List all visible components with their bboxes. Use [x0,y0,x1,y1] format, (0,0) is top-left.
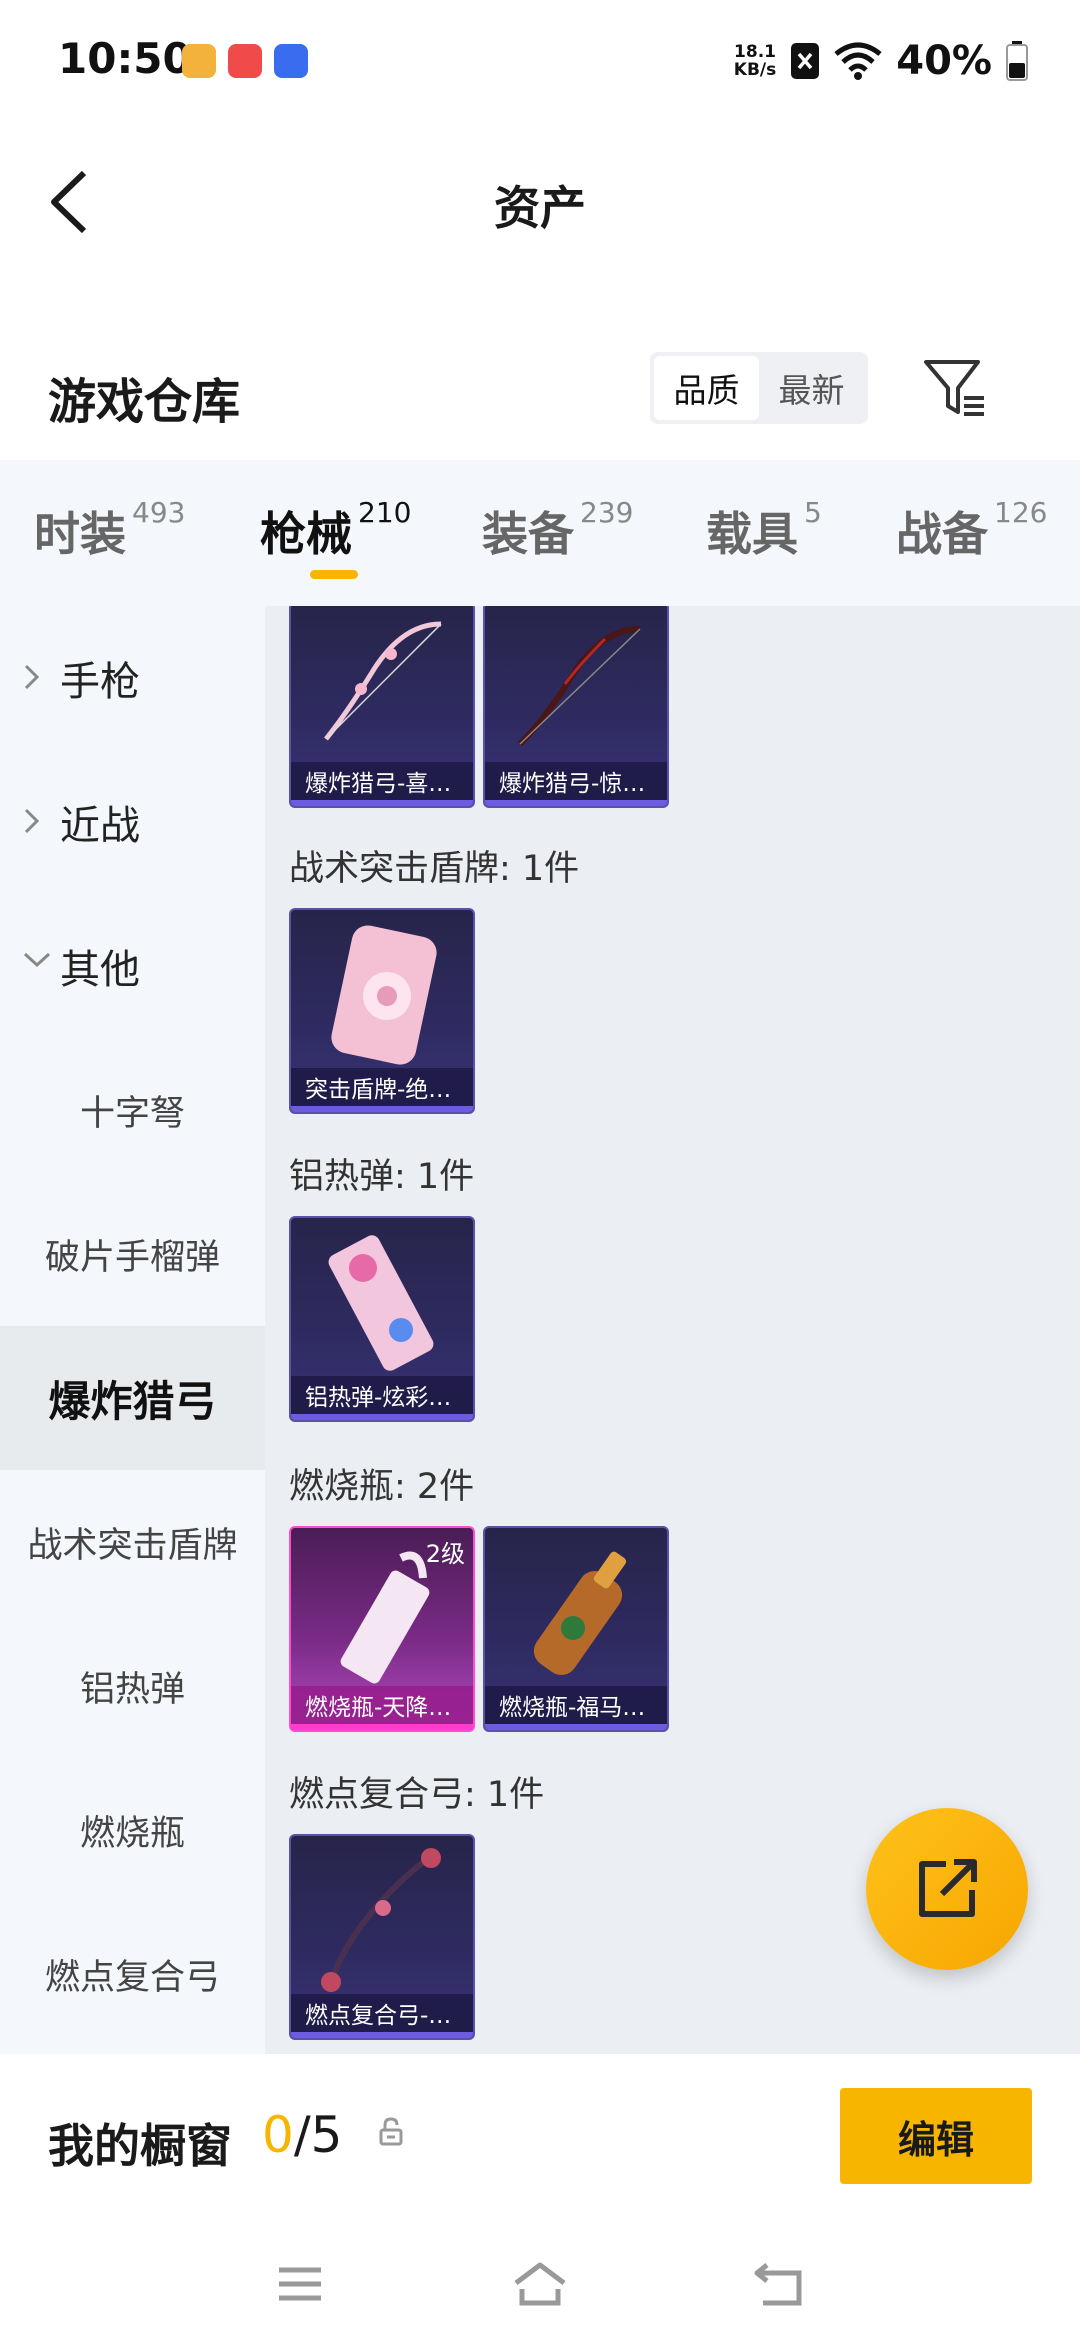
net-speed-value: 18.1 [734,42,776,62]
sidebar-item-explosive-bow[interactable]: 爆炸猎弓 [0,1326,265,1470]
top-nav: 资产 [0,120,1080,280]
tab-firearms[interactable]: 枪械 210 [260,496,412,564]
tab-count: 239 [580,496,634,529]
shield-art-icon [331,925,437,1065]
tab-label: 枪械 [260,507,352,561]
sidebar-item-frag-grenade[interactable]: 破片手榴弹 [0,1182,265,1326]
sidebar-group-pistol[interactable]: 手枪 [0,606,265,750]
filter-icon [924,360,984,416]
sidebar-item-thermite[interactable]: 铝热弹 [0,1614,265,1758]
app-badge-vivo [274,44,308,78]
filter-button[interactable] [920,354,990,424]
showcase-max: 5 [310,2106,343,2164]
rarity-line [485,1724,667,1730]
sidebar-group-label: 其他 [60,947,140,993]
tab-fashion[interactable]: 时装 493 [34,496,186,564]
item-card[interactable]: 突击盾牌-绝… [289,908,475,1114]
showcase-title: 我的橱窗 [48,2119,232,2173]
tab-label: 时装 [34,507,126,561]
status-time: 10:50 [58,34,192,83]
rarity-line [291,800,473,806]
warehouse-header: 游戏仓库 品质 最新 [0,320,1080,460]
rarity-line [291,1724,473,1730]
battery-percent: 40% [896,38,992,84]
section-label: 燃点复合弓: 1件 [289,1775,545,1815]
item-level: 2级 [425,1540,465,1568]
sort-newest-option[interactable]: 最新 [759,356,864,420]
item-card[interactable]: 燃烧瓶-福马… [483,1526,669,1732]
share-button[interactable] [866,1808,1028,1970]
sidebar-group-label: 手枪 [60,659,140,705]
chevron-right-icon [24,664,40,690]
showcase-bar: 我的橱窗 0/5 编辑 [0,2054,1080,2224]
return-icon [754,2263,802,2306]
sidebar-item-crossbow[interactable]: 十字弩 [0,1038,265,1182]
tab-count: 493 [132,496,186,529]
rarity-line [291,1414,473,1420]
item-card[interactable]: 2级 燃烧瓶-天降… [289,1526,475,1732]
tab-count: 210 [358,496,412,529]
item-card[interactable]: 爆炸猎弓-喜… [289,606,475,808]
section-label: 燃烧瓶: 2件 [289,1467,475,1507]
sidebar-group-label: 近战 [60,803,140,849]
sidebar-group-melee[interactable]: 近战 [0,750,265,894]
tab-label: 装备 [482,507,574,561]
back-nav-button[interactable] [750,2254,810,2314]
share-icon [919,1859,977,1917]
sidebar-group-other[interactable]: 其他 [0,894,265,1038]
lock-icon [379,2117,403,2146]
section-label: 战术突击盾牌: 1件 [289,849,580,889]
sidebar-item-compound-bow[interactable]: 燃点复合弓 [0,1902,265,2046]
item-card[interactable]: 铝热弹-炫彩… [289,1216,475,1422]
sidebar-item-molotov[interactable]: 燃烧瓶 [0,1758,265,1902]
tab-count: 126 [994,496,1048,529]
app-badge-huawei [228,44,262,78]
net-speed-unit: KB/s [733,60,777,80]
wifi-icon [834,42,882,80]
showcase-separator: / [293,2106,311,2164]
chevron-right-icon [24,808,40,834]
tab-vehicles[interactable]: 载具 5 [706,496,822,564]
net-speed: 18.1 KB/s [734,43,776,79]
menu-icon [279,2267,321,2301]
tab-equipment[interactable]: 装备 239 [482,496,634,564]
status-bar: 10:50 18.1 KB/s 40% [0,0,1080,120]
category-tabs: 时装 493 枪械 210 装备 239 载具 5 战备 126 [0,460,1080,606]
bow-art-icon [517,626,641,747]
warehouse-title: 游戏仓库 [48,374,241,430]
tab-label: 载具 [706,507,798,561]
compound-bow-art-icon [321,1848,441,1992]
showcase-current: 0 [262,2106,294,2164]
edit-button[interactable]: 编辑 [840,2088,1032,2184]
tab-label: 战备 [896,507,988,561]
sidebar: 手枪 近战 其他 十字弩 破片手榴弹 爆炸猎弓 战术突击盾牌 铝热弹 燃烧瓶 燃… [0,606,265,2054]
sim-off-icon [791,43,820,79]
system-nav-bar [0,2224,1080,2344]
home-icon [514,2262,566,2306]
showcase-count: 0/5 [262,2106,342,2164]
rarity-line [485,800,667,806]
molotov-art-icon [533,1551,627,1675]
rarity-line [291,2032,473,2038]
home-button[interactable] [510,2254,570,2314]
item-card[interactable]: 燃点复合弓-… [289,1834,475,2040]
active-tab-indicator [310,570,358,579]
sidebar-item-assault-shield[interactable]: 战术突击盾牌 [0,1470,265,1614]
page-title: 资产 [494,181,586,235]
tab-count: 5 [804,496,822,529]
sort-toggle: 品质 最新 [650,352,868,424]
bow-art-icon [324,621,442,741]
app-badge-game [182,44,216,78]
rarity-line [291,1106,473,1112]
item-card[interactable]: 爆炸猎弓-惊… [483,606,669,808]
thermite-art-icon [328,1235,434,1371]
menu-button[interactable] [270,2254,330,2314]
sort-quality-option[interactable]: 品质 [654,356,759,420]
chevron-down-icon [23,952,51,968]
battery-icon [1006,41,1028,81]
section-label: 铝热弹: 1件 [289,1157,475,1197]
tab-tactical[interactable]: 战备 126 [896,496,1048,564]
status-indicators: 18.1 KB/s 40% [734,36,1028,86]
